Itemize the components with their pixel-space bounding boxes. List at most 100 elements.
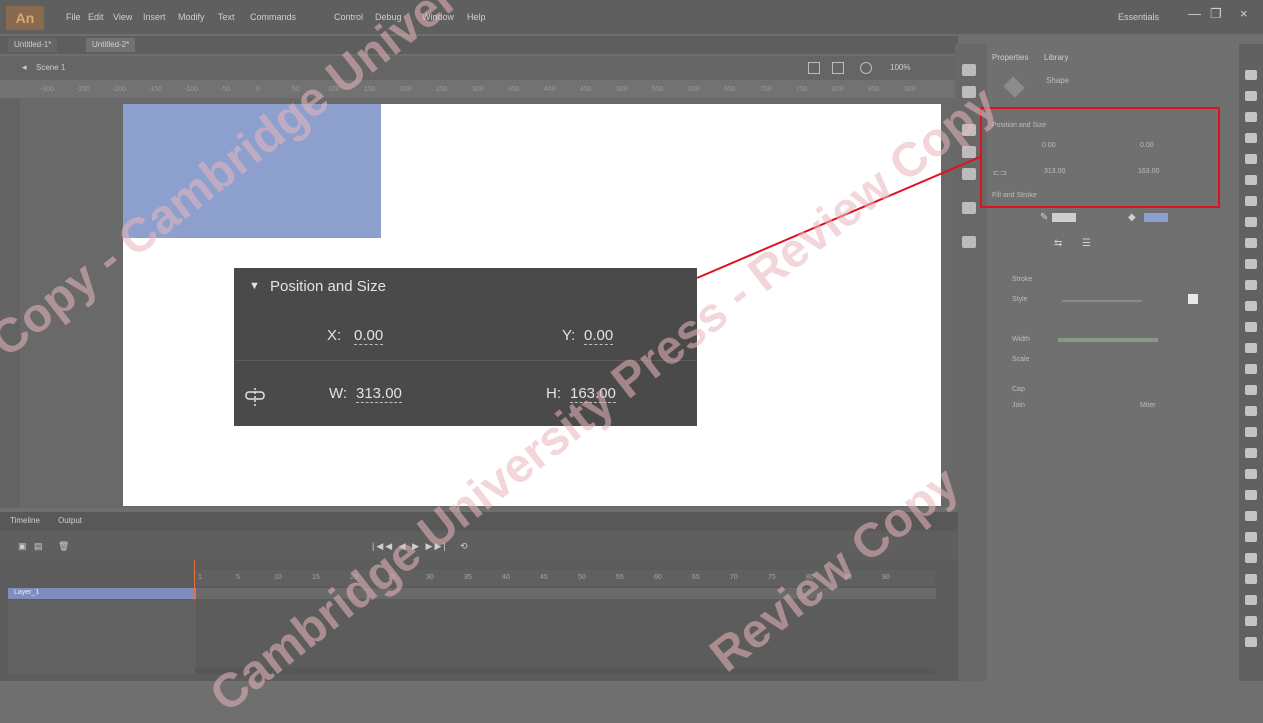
swap-colors-icon[interactable]: ⇆ [1054, 238, 1062, 249]
center-stage-icon[interactable] [860, 62, 872, 74]
close-button[interactable]: × [1240, 6, 1248, 21]
highlight-box [980, 107, 1220, 208]
callout-x-value[interactable]: 0.00 [354, 327, 384, 345]
menu-help[interactable]: Help [467, 12, 486, 22]
menu-view[interactable]: View [113, 12, 132, 22]
scene-label[interactable]: Scene 1 [36, 63, 65, 72]
menu-debug[interactable]: Debug [375, 12, 402, 22]
drawing-tool-icon[interactable] [1245, 343, 1257, 353]
maximize-button[interactable]: ❐ [1210, 6, 1222, 22]
tab-properties[interactable]: Properties [992, 53, 1028, 62]
ruler-tick: 850 [868, 86, 880, 93]
callout-x-label: X: [327, 327, 342, 344]
drawing-tool-icon[interactable] [1245, 427, 1257, 437]
menu-control[interactable]: Control [334, 12, 363, 22]
frame-number: 60 [654, 574, 662, 581]
drawing-tool-icon[interactable] [1245, 322, 1257, 332]
frame-number: 75 [768, 574, 776, 581]
callout-w-label: W: [329, 385, 348, 402]
ruler-tick: 150 [364, 86, 376, 93]
drawing-tool-icon[interactable] [1245, 217, 1257, 227]
selected-rectangle-shape[interactable] [123, 104, 381, 238]
drawing-tool-icon[interactable] [1245, 574, 1257, 584]
callout-w-value[interactable]: 313.00 [356, 385, 402, 403]
menu-text[interactable]: Text [218, 12, 235, 22]
menu-window[interactable]: Window [422, 12, 454, 22]
menu-insert[interactable]: Insert [143, 12, 166, 22]
playhead[interactable] [194, 560, 195, 600]
tab-timeline[interactable]: Timeline [10, 516, 40, 525]
drawing-tool-icon[interactable] [1245, 448, 1257, 458]
drawing-tool-icon[interactable] [1245, 112, 1257, 122]
drawing-tool-icon[interactable] [1245, 133, 1257, 143]
drawing-tool-icon[interactable] [1245, 364, 1257, 374]
components-panel-icon[interactable] [962, 236, 976, 248]
drawing-tool-icon[interactable] [1245, 280, 1257, 290]
menu-edit[interactable]: Edit [88, 12, 104, 22]
drawing-tool-icon[interactable] [1245, 490, 1257, 500]
drawing-tool-icon[interactable] [1245, 616, 1257, 626]
collapse-triangle-icon: ▼ [249, 280, 260, 292]
layer-frames[interactable] [196, 588, 936, 599]
drawing-tool-icon[interactable] [1245, 385, 1257, 395]
align-panel-icon[interactable] [962, 124, 976, 136]
callout-h-value[interactable]: 163.00 [570, 385, 616, 403]
menu-commands[interactable]: Commands [250, 12, 296, 22]
swatches-panel-icon[interactable] [962, 168, 976, 180]
drawing-tool-icon[interactable] [1245, 553, 1257, 563]
drawing-tool-icon[interactable] [1245, 91, 1257, 101]
edit-symbol-icon[interactable] [808, 62, 820, 74]
color-panel-icon[interactable] [962, 146, 976, 158]
drawing-tool-icon[interactable] [1245, 637, 1257, 647]
frame-number: 50 [578, 574, 586, 581]
frame-number: 65 [692, 574, 700, 581]
drawing-tool-icon[interactable] [1245, 175, 1257, 185]
layer-name[interactable]: Layer_1 [14, 589, 39, 596]
playback-controls[interactable]: |◀◀ ◀ ▶ ▶▶| [372, 541, 448, 552]
stroke-color-swatch[interactable] [1052, 213, 1076, 222]
ruler-tick: 50 [292, 86, 300, 93]
ruler-tick: 350 [508, 86, 520, 93]
back-arrow-icon[interactable]: ◂ [22, 62, 27, 73]
style-selector[interactable] [1062, 300, 1142, 302]
callout-y-value[interactable]: 0.00 [584, 327, 614, 345]
edit-stroke-icon[interactable] [1188, 294, 1198, 304]
ruler-tick: 700 [760, 86, 772, 93]
library-panel-icon[interactable] [962, 86, 976, 98]
minimize-button[interactable]: — [1188, 6, 1201, 21]
menu-file[interactable]: File [66, 12, 81, 22]
transform-panel-icon[interactable] [962, 202, 976, 214]
ruler-tick: 400 [544, 86, 556, 93]
link-proportions-icon[interactable] [244, 388, 266, 408]
loop-icon[interactable]: ⟲ [460, 541, 468, 552]
no-color-icon[interactable]: ☰ [1082, 238, 1091, 249]
tab-untitled-2[interactable]: Untitled-2* [86, 38, 136, 52]
drawing-tool-icon[interactable] [1245, 511, 1257, 521]
drawing-tool-icon[interactable] [1245, 469, 1257, 479]
new-layer-icon[interactable]: ▣ [18, 541, 27, 552]
properties-panel-icon[interactable] [962, 64, 976, 76]
fill-color-swatch[interactable] [1144, 213, 1168, 222]
tab-untitled-1[interactable]: Untitled-1* [8, 38, 58, 52]
clip-icon[interactable] [832, 62, 844, 74]
timeline-scrollbar[interactable] [195, 668, 935, 674]
drawing-tool-icon[interactable] [1245, 70, 1257, 80]
drawing-tool-icon[interactable] [1245, 301, 1257, 311]
tab-output[interactable]: Output [58, 516, 82, 525]
drawing-tool-icon[interactable] [1245, 595, 1257, 605]
zoom-level[interactable]: 100% [890, 63, 910, 72]
miter-label: Miter [1140, 402, 1156, 409]
drawing-tool-icon[interactable] [1245, 259, 1257, 269]
frame-number: 70 [730, 574, 738, 581]
drawing-tool-icon[interactable] [1245, 154, 1257, 164]
drawing-tool-icon[interactable] [1245, 406, 1257, 416]
drawing-tool-icon[interactable] [1245, 196, 1257, 206]
workspace-switcher[interactable]: Essentials [1118, 12, 1159, 22]
delete-layer-icon[interactable]: 🗑 [58, 541, 69, 552]
tab-library[interactable]: Library [1044, 53, 1068, 62]
drawing-tool-icon[interactable] [1245, 532, 1257, 542]
width-slider[interactable] [1058, 338, 1158, 342]
drawing-tool-icon[interactable] [1245, 238, 1257, 248]
menu-modify[interactable]: Modify [178, 12, 205, 22]
new-folder-icon[interactable]: ▤ [34, 541, 43, 552]
